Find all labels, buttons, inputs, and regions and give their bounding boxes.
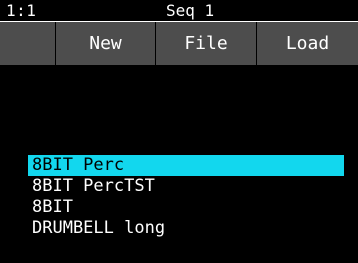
device-screen: 1:1 Seq 1 New File Load 8BIT Perc 8BIT P… bbox=[0, 0, 358, 263]
list-item[interactable]: 8BIT bbox=[28, 197, 344, 218]
list-item[interactable]: DRUMBELL long bbox=[28, 218, 344, 239]
position-indicator: 1:1 bbox=[6, 1, 37, 20]
sequence-title: Seq 1 bbox=[166, 1, 215, 20]
file-list: 8BIT Perc 8BIT PercTST 8BIT DRUMBELL lon… bbox=[28, 155, 344, 239]
menu-blank-slot[interactable] bbox=[0, 22, 56, 65]
list-item[interactable]: 8BIT PercTST bbox=[28, 176, 344, 197]
menu-bar: New File Load bbox=[0, 22, 358, 65]
file-button[interactable]: File bbox=[156, 22, 257, 65]
list-item-selected[interactable]: 8BIT Perc bbox=[28, 155, 344, 176]
load-button[interactable]: Load bbox=[257, 22, 358, 65]
new-button[interactable]: New bbox=[56, 22, 156, 65]
status-bar: 1:1 Seq 1 bbox=[0, 0, 358, 22]
